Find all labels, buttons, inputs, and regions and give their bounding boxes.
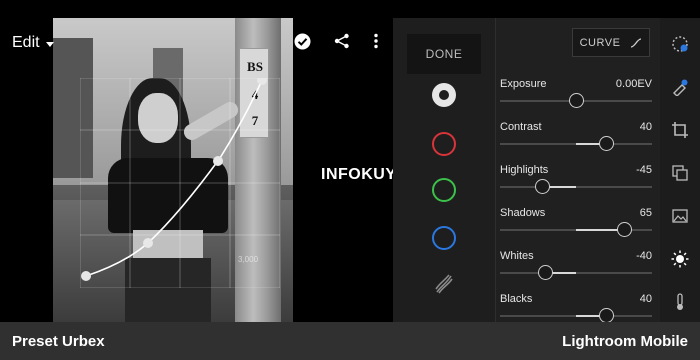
share-icon[interactable]	[334, 33, 350, 49]
slider-thumb[interactable]	[538, 265, 554, 280]
split-tone-button[interactable]	[432, 272, 456, 296]
temperature-icon[interactable]	[671, 293, 689, 311]
poster-line-1: BS	[247, 59, 263, 74]
adjustment-value: 40	[639, 293, 652, 305]
adjustment-row-exposure: Exposure 0.00EV	[500, 78, 652, 118]
channel-red-button[interactable]	[432, 132, 456, 156]
adjustment-value: 0.00EV	[615, 78, 652, 90]
profiles-icon[interactable]	[671, 164, 689, 182]
adjustment-row-shadows: Shadows 65	[500, 207, 652, 247]
adjustment-row-contrast: Contrast 40	[500, 121, 652, 161]
slider-thumb[interactable]	[568, 93, 584, 108]
edit-menu[interactable]: Edit	[12, 34, 54, 52]
slider-track[interactable]	[500, 272, 652, 274]
poster-line-3: 7	[252, 113, 259, 128]
split-tone-icon	[435, 274, 453, 294]
checkmark-circle-icon[interactable]	[294, 33, 311, 50]
adjustment-label: Blacks	[500, 293, 533, 305]
slider-thumb[interactable]	[598, 136, 614, 151]
adjustment-row-highlights: Highlights -45	[500, 164, 652, 204]
adjustment-value: 65	[639, 207, 652, 219]
channel-rgb-button[interactable]	[432, 83, 456, 107]
adjustment-label: Contrast	[500, 121, 542, 133]
slider-thumb[interactable]	[598, 308, 614, 323]
light-icon[interactable]	[671, 250, 689, 268]
top-actions	[294, 33, 311, 50]
adjustment-label: Whites	[500, 250, 534, 262]
poster-line-2: 4	[252, 87, 259, 102]
caption-left: Preset Urbex	[12, 332, 105, 350]
adjustment-label: Highlights	[500, 164, 549, 176]
adjustment-value: -45	[636, 164, 652, 176]
photo: BS 4 7	[53, 18, 293, 322]
photo-person-top	[108, 158, 228, 233]
share-action	[334, 33, 350, 49]
slider-thumb[interactable]	[535, 179, 551, 194]
chevron-down-icon	[45, 41, 54, 47]
edit-label: Edit	[12, 34, 40, 51]
caption-right: Lightroom Mobile	[562, 332, 688, 350]
slider-thumb[interactable]	[617, 222, 633, 237]
adjustment-row-whites: Whites -40	[500, 250, 652, 290]
channel-green-button[interactable]	[432, 178, 456, 202]
adjustment-label: Exposure	[500, 78, 547, 90]
slider-track[interactable]	[500, 186, 652, 188]
curve-button-label: CURVE	[579, 36, 621, 49]
adjustment-label: Shadows	[500, 207, 546, 219]
photo-building-left	[53, 38, 93, 178]
photo-person-jeans	[125, 258, 211, 322]
image-icon[interactable]	[671, 207, 689, 225]
photo-poster: BS 4 7	[239, 48, 269, 138]
adjustment-value: 40	[639, 121, 652, 133]
auto-icon[interactable]	[671, 35, 689, 53]
crop-icon[interactable]	[671, 121, 689, 139]
light-adjustments-panel: CURVE Exposure 0.00EV Contrast 40 Highlights…	[495, 18, 660, 323]
curve-button[interactable]: CURVE	[572, 28, 650, 57]
adjustment-value: -40	[636, 250, 652, 262]
app-frame: BS 4 7 3,000 Edit INFOKUY.NET DONE CURVE…	[0, 0, 700, 323]
photo-person-face	[138, 93, 178, 143]
channel-blue-button[interactable]	[432, 226, 456, 250]
curve-channel-column: DONE	[393, 18, 495, 322]
more-vertical-icon[interactable]	[373, 33, 379, 49]
photo-person-waist	[133, 230, 203, 260]
curve-icon	[631, 37, 642, 48]
more-action	[373, 33, 379, 49]
caption-bar: Preset Urbex Lightroom Mobile	[0, 322, 700, 360]
channel-rgb-dot	[439, 90, 449, 100]
tool-icon-rail	[660, 18, 700, 322]
selective-brush-icon[interactable]	[671, 78, 689, 96]
done-button[interactable]: DONE	[407, 34, 481, 74]
